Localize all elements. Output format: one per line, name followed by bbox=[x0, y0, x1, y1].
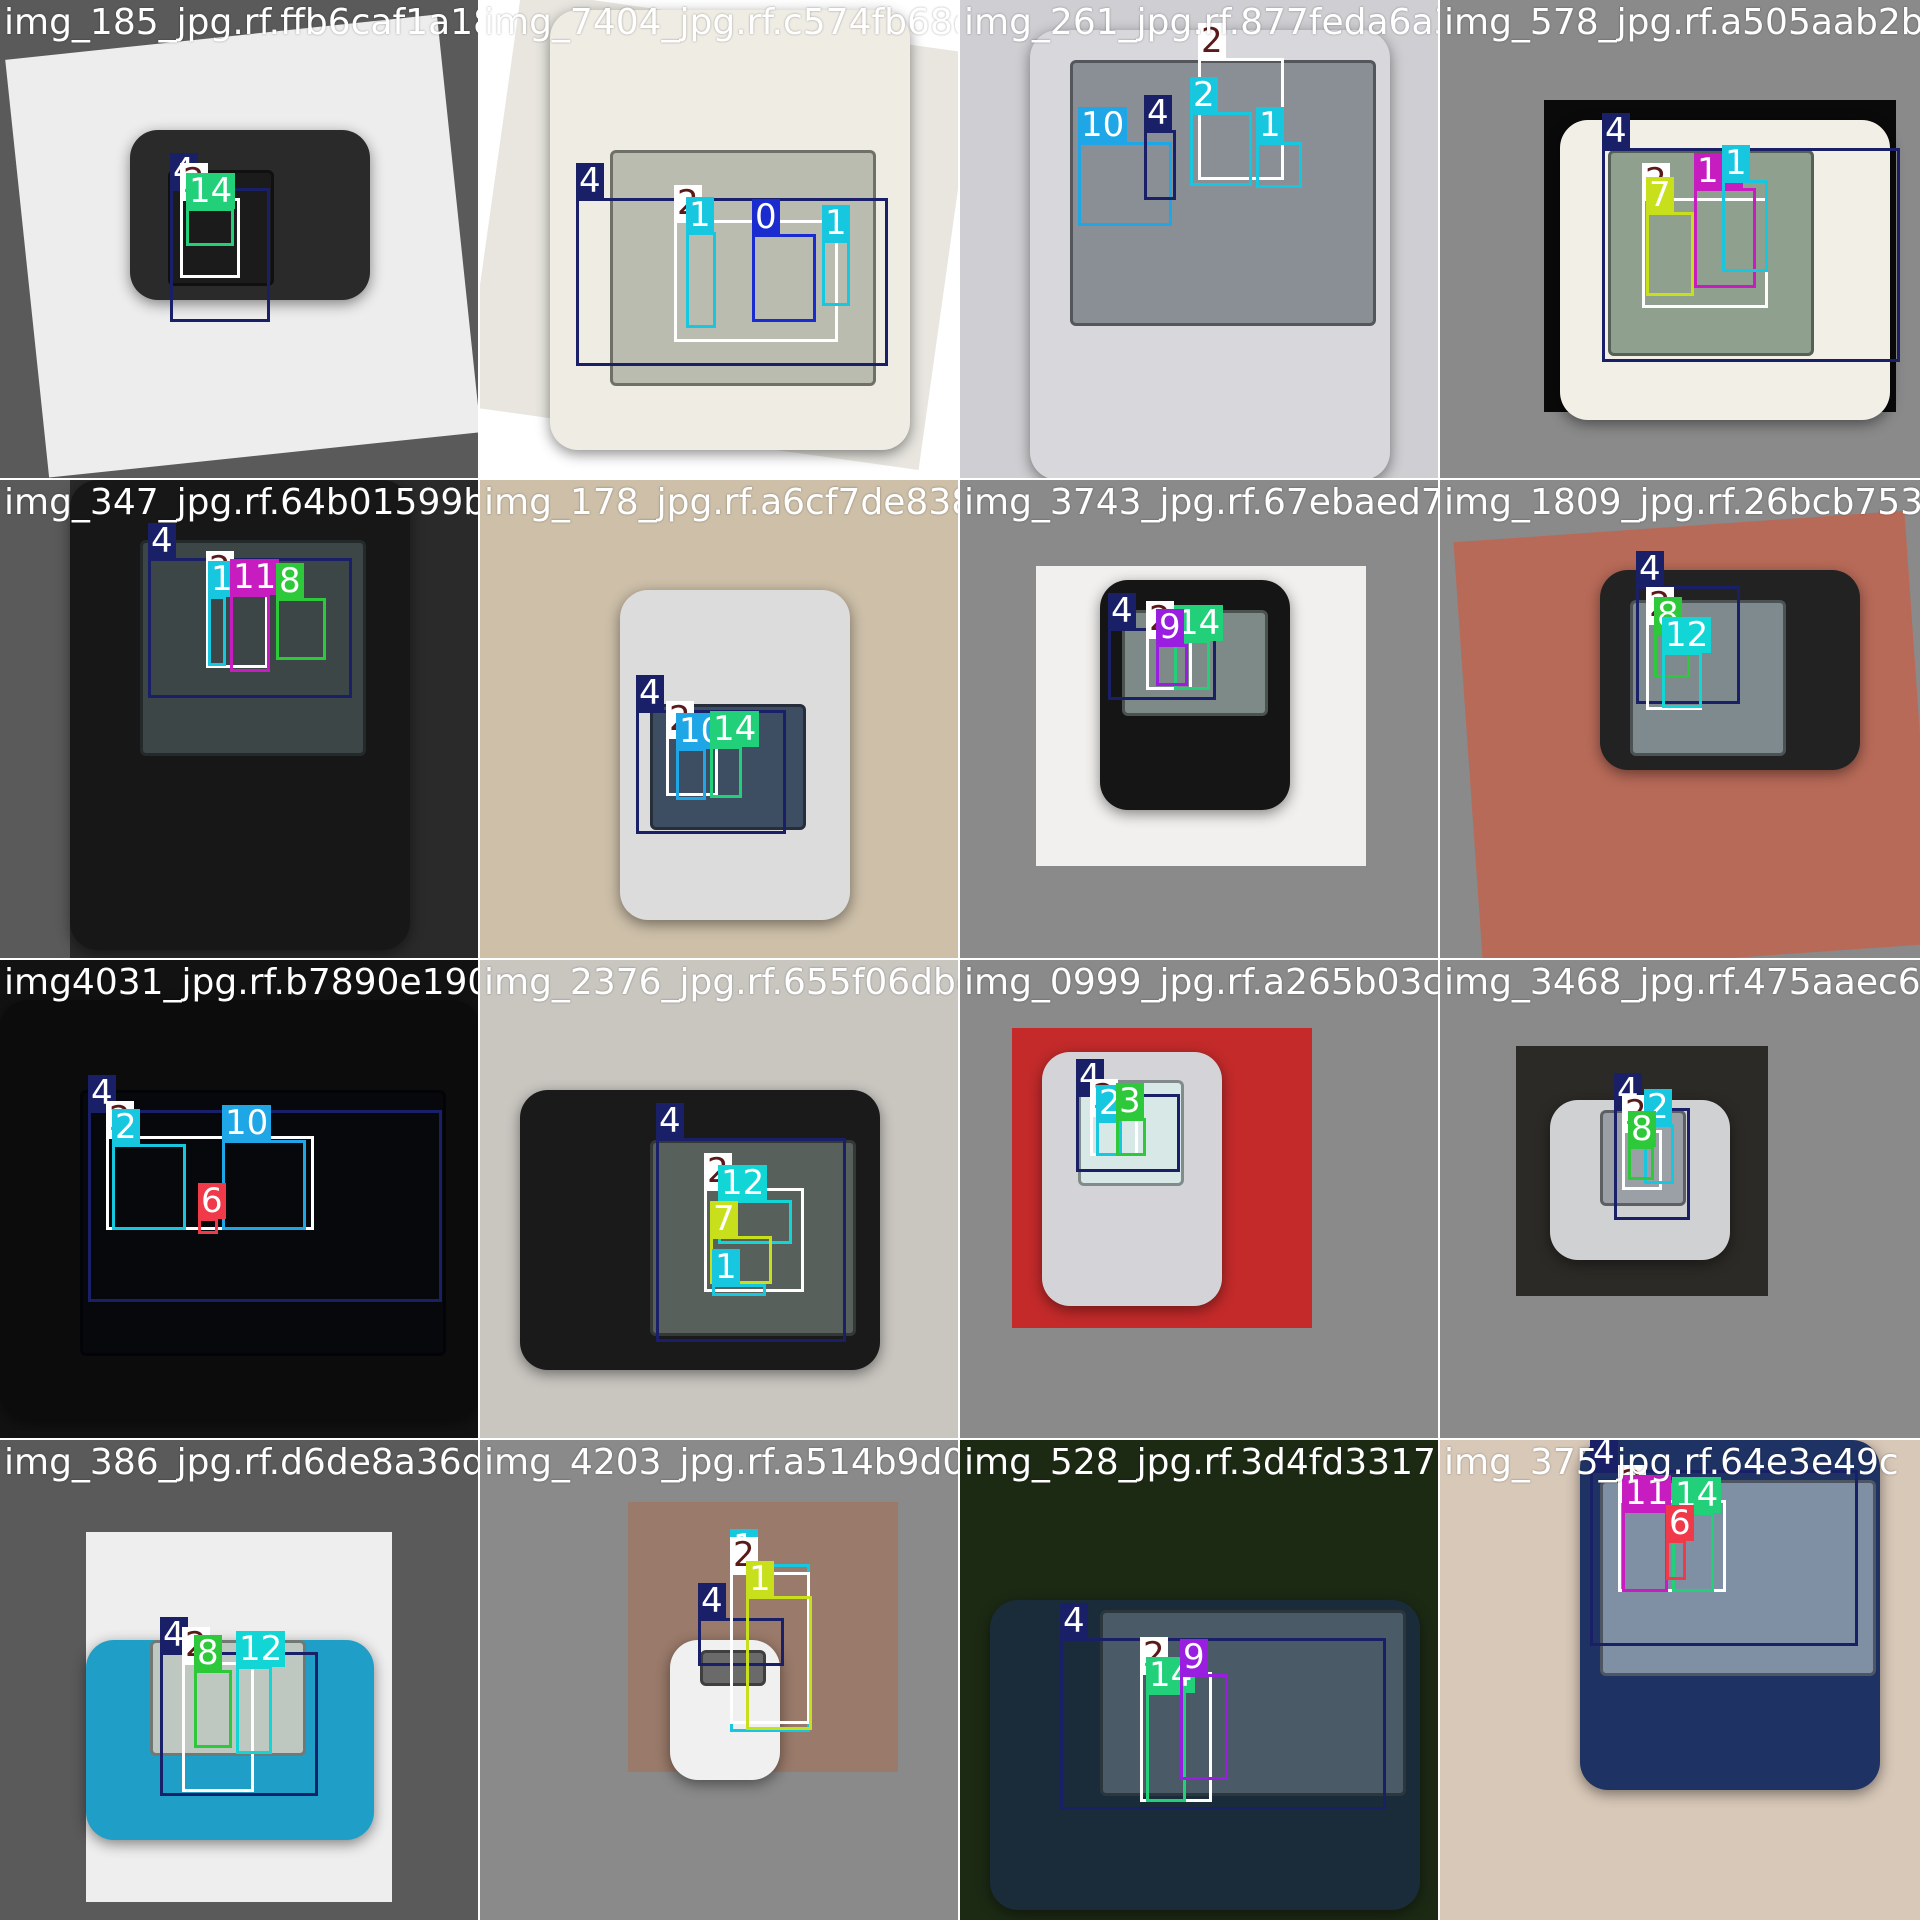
class-label: 1 bbox=[822, 205, 850, 241]
mosaic-tile: 4228img_3468_jpg.rf.475aaec6b31 bbox=[1440, 960, 1920, 1440]
mosaic-tile: 42101img_7404_jpg.rf.c574fb68d26e1943f93 bbox=[480, 0, 960, 480]
class-label: 2 bbox=[1190, 77, 1218, 113]
detection-box: 2 bbox=[1190, 77, 1252, 186]
class-label: 7 bbox=[1646, 177, 1674, 213]
detection-box: 11 bbox=[230, 559, 280, 672]
class-label: 0 bbox=[752, 199, 780, 235]
detection-box: 1 bbox=[208, 561, 236, 666]
mosaic-tile: 421118img_347_jpg.rf.64b01599b509ee178a3… bbox=[0, 480, 480, 960]
class-label: 8 bbox=[194, 1635, 222, 1671]
class-label: 4 bbox=[1636, 551, 1664, 587]
detection-box: 9 bbox=[1156, 609, 1188, 686]
image-filename: img_386_jpg.rf.d6de8a36d9 bbox=[4, 1442, 480, 1483]
detection-box: 6 bbox=[198, 1183, 226, 1234]
class-label: 1 bbox=[712, 1249, 740, 1285]
class-label: 1 bbox=[686, 197, 714, 233]
class-label: 2 bbox=[112, 1109, 140, 1145]
detection-box: 12 bbox=[236, 1631, 286, 1754]
detection-box: 1 bbox=[1256, 107, 1302, 188]
class-label: 4 bbox=[1144, 95, 1172, 131]
detection-box: 1 bbox=[822, 205, 850, 306]
detection-box: 12 bbox=[1662, 617, 1712, 708]
mosaic-tile: 421117img_578_jpg.rf.a505aab2b2c8 bbox=[1440, 0, 1920, 480]
class-label: 4 bbox=[576, 163, 604, 199]
detection-box: 10 bbox=[222, 1105, 306, 1230]
detection-box: 11 bbox=[1622, 1475, 1672, 1592]
detection-box: 9 bbox=[1180, 1639, 1228, 1780]
detection-box: 2 bbox=[112, 1109, 186, 1230]
image-filename: img_4203_jpg.rf.a514b9d00be0c4e528af bbox=[484, 1442, 958, 1483]
class-label: 10 bbox=[1078, 107, 1128, 143]
detection-box: 7 bbox=[1646, 177, 1694, 296]
class-label: 4 bbox=[636, 675, 664, 711]
image-filename: img_2376_jpg.rf.655f06dbce63 bbox=[484, 962, 958, 1003]
image-filename: img_7404_jpg.rf.c574fb68d26e1943f93 bbox=[484, 2, 958, 43]
class-label: 4 bbox=[1108, 593, 1136, 629]
class-label: 14 bbox=[710, 711, 760, 747]
detection-box: 3 bbox=[1116, 1083, 1146, 1156]
detection-box: 1 bbox=[1722, 145, 1768, 272]
image-filename: img_528_jpg.rf.3d4fd331793 bbox=[964, 1442, 1440, 1483]
image-filename: img_347_jpg.rf.64b01599b509ee178a32cfa6c… bbox=[4, 482, 480, 523]
class-label: 14 bbox=[186, 173, 236, 209]
detection-box: 4 bbox=[1144, 95, 1176, 200]
mosaic-tile: 4211146img_375_jpg.rf.64e3e49c bbox=[1440, 1440, 1920, 1920]
image-filename: img_375_jpg.rf.64e3e49c bbox=[1444, 1442, 1899, 1483]
class-label: 1 bbox=[1722, 145, 1750, 181]
mosaic-tile: 4121img_4203_jpg.rf.a514b9d00be0c4e528af bbox=[480, 1440, 960, 1920]
detection-box: 14 bbox=[186, 173, 236, 246]
detection-box: 6 bbox=[1666, 1505, 1694, 1580]
class-label: 12 bbox=[1662, 617, 1712, 653]
class-label: 9 bbox=[1156, 609, 1184, 645]
class-label: 4 bbox=[698, 1583, 726, 1619]
image-filename: img_178_jpg.rf.a6cf7de838f378a8077 bbox=[484, 482, 960, 523]
class-label: 4 bbox=[656, 1103, 684, 1139]
mosaic-tile: 4 2 14 9 img_528_jpg.rf.3d4fd331793 bbox=[960, 1440, 1440, 1920]
detection-box: 8 bbox=[1628, 1111, 1656, 1180]
class-label: 6 bbox=[1666, 1505, 1694, 1541]
detection-box: 1 bbox=[712, 1249, 766, 1296]
class-label: 10 bbox=[222, 1105, 272, 1141]
class-label: 3 bbox=[1116, 1083, 1144, 1119]
image-filename: img_261_jpg.rf.877feda6a30cdf5789fda505 bbox=[964, 2, 1438, 43]
detection-box: 0 bbox=[752, 199, 816, 322]
image-filename: img_1809_jpg.rf.26bcb753cbf bbox=[1444, 482, 1920, 523]
class-label: 1 bbox=[746, 1561, 774, 1597]
detection-box: 8 bbox=[194, 1635, 232, 1748]
image-filename: img_0999_jpg.rf.a265b03ca4a bbox=[964, 962, 1438, 1003]
class-label: 8 bbox=[276, 563, 304, 599]
class-label: 8 bbox=[1628, 1111, 1656, 1147]
class-label: 6 bbox=[198, 1183, 226, 1219]
detection-box: 14 bbox=[710, 711, 760, 798]
mosaic-tile: 421271img_2376_jpg.rf.655f06dbce63 bbox=[480, 960, 960, 1440]
class-label: 4 bbox=[1060, 1603, 1088, 1639]
mosaic-tile: 422106img4031_jpg.rf.b7890e19065bd42376c… bbox=[0, 960, 480, 1440]
class-label: 4 bbox=[148, 523, 176, 559]
mosaic-tile: 421014img_178_jpg.rf.a6cf7de838f378a8077 bbox=[480, 480, 960, 960]
class-label: 12 bbox=[718, 1165, 768, 1201]
mosaic-tile: 42149img_3743_jpg.rf.67ebaed742fba18096 bbox=[960, 480, 1440, 960]
detection-box: 1 bbox=[686, 197, 716, 328]
mosaic-tile: 4214img_185_jpg.rf.ffb6caf1a188ddd27407c… bbox=[0, 0, 480, 480]
mosaic-tile: 42812img_386_jpg.rf.d6de8a36d9 bbox=[0, 1440, 480, 1920]
mosaic-grid: 4214img_185_jpg.rf.ffb6caf1a188ddd27407c… bbox=[0, 0, 1920, 1920]
class-label: 7 bbox=[710, 1201, 738, 1237]
detection-box: 1 bbox=[746, 1561, 812, 1730]
detection-box: 8 bbox=[276, 563, 326, 660]
class-label: 1 bbox=[1256, 107, 1284, 143]
image-filename: img_185_jpg.rf.ffb6caf1a188ddd27407c574f… bbox=[4, 2, 478, 43]
class-label: 9 bbox=[1180, 1639, 1208, 1675]
class-label: 11 bbox=[230, 559, 280, 595]
class-label: 4 bbox=[1602, 113, 1630, 149]
mosaic-tile: 210421img_261_jpg.rf.877feda6a30cdf5789f… bbox=[960, 0, 1440, 480]
image-filename: img_578_jpg.rf.a505aab2b2c8 bbox=[1444, 2, 1920, 43]
image-filename: img_3743_jpg.rf.67ebaed742fba18096 bbox=[964, 482, 1438, 523]
mosaic-tile: 42812img_1809_jpg.rf.26bcb753cbf bbox=[1440, 480, 1920, 960]
image-filename: img4031_jpg.rf.b7890e19065bd42376c00e655… bbox=[4, 962, 480, 1003]
mosaic-tile: 4223img_0999_jpg.rf.a265b03ca4a bbox=[960, 960, 1440, 1440]
detection-box: 10 bbox=[676, 713, 726, 800]
image-filename: img_3468_jpg.rf.475aaec6b31 bbox=[1444, 962, 1920, 1003]
class-label: 12 bbox=[236, 1631, 286, 1667]
